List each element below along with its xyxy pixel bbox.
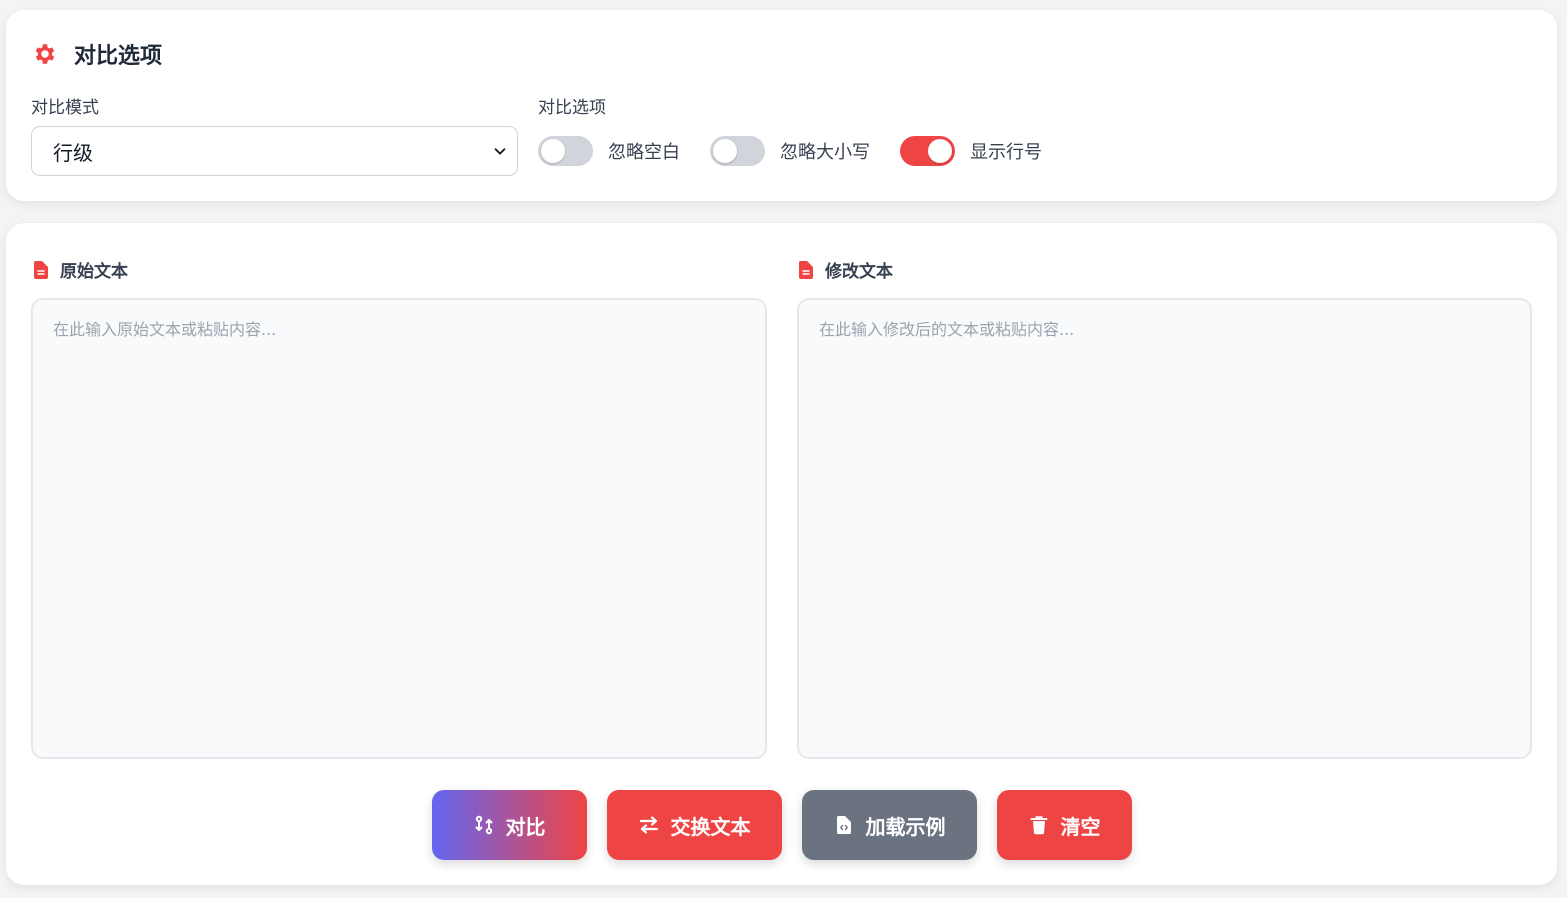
mode-select[interactable]: 行级 xyxy=(31,126,518,176)
toggle-ignore-whitespace[interactable]: 忽略空白 xyxy=(538,136,680,166)
original-text-label: 原始文本 xyxy=(34,257,128,282)
toggle-switch[interactable] xyxy=(538,136,593,166)
toggle-switch[interactable] xyxy=(710,136,765,166)
options-title: 对比选项 xyxy=(32,38,162,70)
mode-select-value: 行级 xyxy=(53,140,93,165)
toggle-ignore-case[interactable]: 忽略大小写 xyxy=(710,136,870,166)
modified-text-input[interactable] xyxy=(797,298,1532,759)
option-toggles: 忽略空白 忽略大小写 显示行号 xyxy=(538,136,1072,166)
load-example-button-label: 加载示例 xyxy=(865,814,946,839)
modified-label-text: 修改文本 xyxy=(825,262,893,282)
toggle-label: 忽略空白 xyxy=(608,142,680,163)
compare-arrows-icon xyxy=(475,815,492,835)
clear-button[interactable]: 清空 xyxy=(997,790,1132,860)
toggle-knob xyxy=(713,139,737,163)
file-icon xyxy=(799,260,813,279)
editor-card: 原始文本 修改文本 对比 交换文本 加载示例 xyxy=(6,223,1557,885)
file-code-icon xyxy=(836,816,851,834)
file-icon xyxy=(34,260,48,279)
toggle-knob xyxy=(928,139,952,163)
original-text-input[interactable] xyxy=(31,298,767,759)
clear-button-label: 清空 xyxy=(1060,814,1101,839)
swap-button-label: 交换文本 xyxy=(670,814,751,839)
toggle-knob xyxy=(541,139,565,163)
load-example-button[interactable]: 加载示例 xyxy=(802,790,977,860)
options-title-text: 对比选项 xyxy=(74,44,163,69)
original-label-text: 原始文本 xyxy=(60,262,128,282)
toggle-label: 显示行号 xyxy=(970,142,1042,163)
swap-arrows-icon xyxy=(639,816,658,834)
options-label: 对比选项 xyxy=(538,98,606,118)
toggle-label: 忽略大小写 xyxy=(780,142,870,163)
compare-button[interactable]: 对比 xyxy=(432,790,587,860)
gear-icon xyxy=(35,44,55,64)
toggle-switch[interactable] xyxy=(900,136,955,166)
mode-label: 对比模式 xyxy=(31,98,99,118)
options-card: 对比选项 对比模式 行级 对比选项 忽略空白 忽略大小写 显示行号 xyxy=(6,10,1557,201)
chevron-down-icon xyxy=(494,148,506,155)
toggle-show-line-numbers[interactable]: 显示行号 xyxy=(900,136,1042,166)
swap-button[interactable]: 交换文本 xyxy=(607,790,782,860)
compare-button-label: 对比 xyxy=(505,814,546,839)
trash-icon xyxy=(1030,816,1047,835)
modified-text-label: 修改文本 xyxy=(799,257,893,282)
